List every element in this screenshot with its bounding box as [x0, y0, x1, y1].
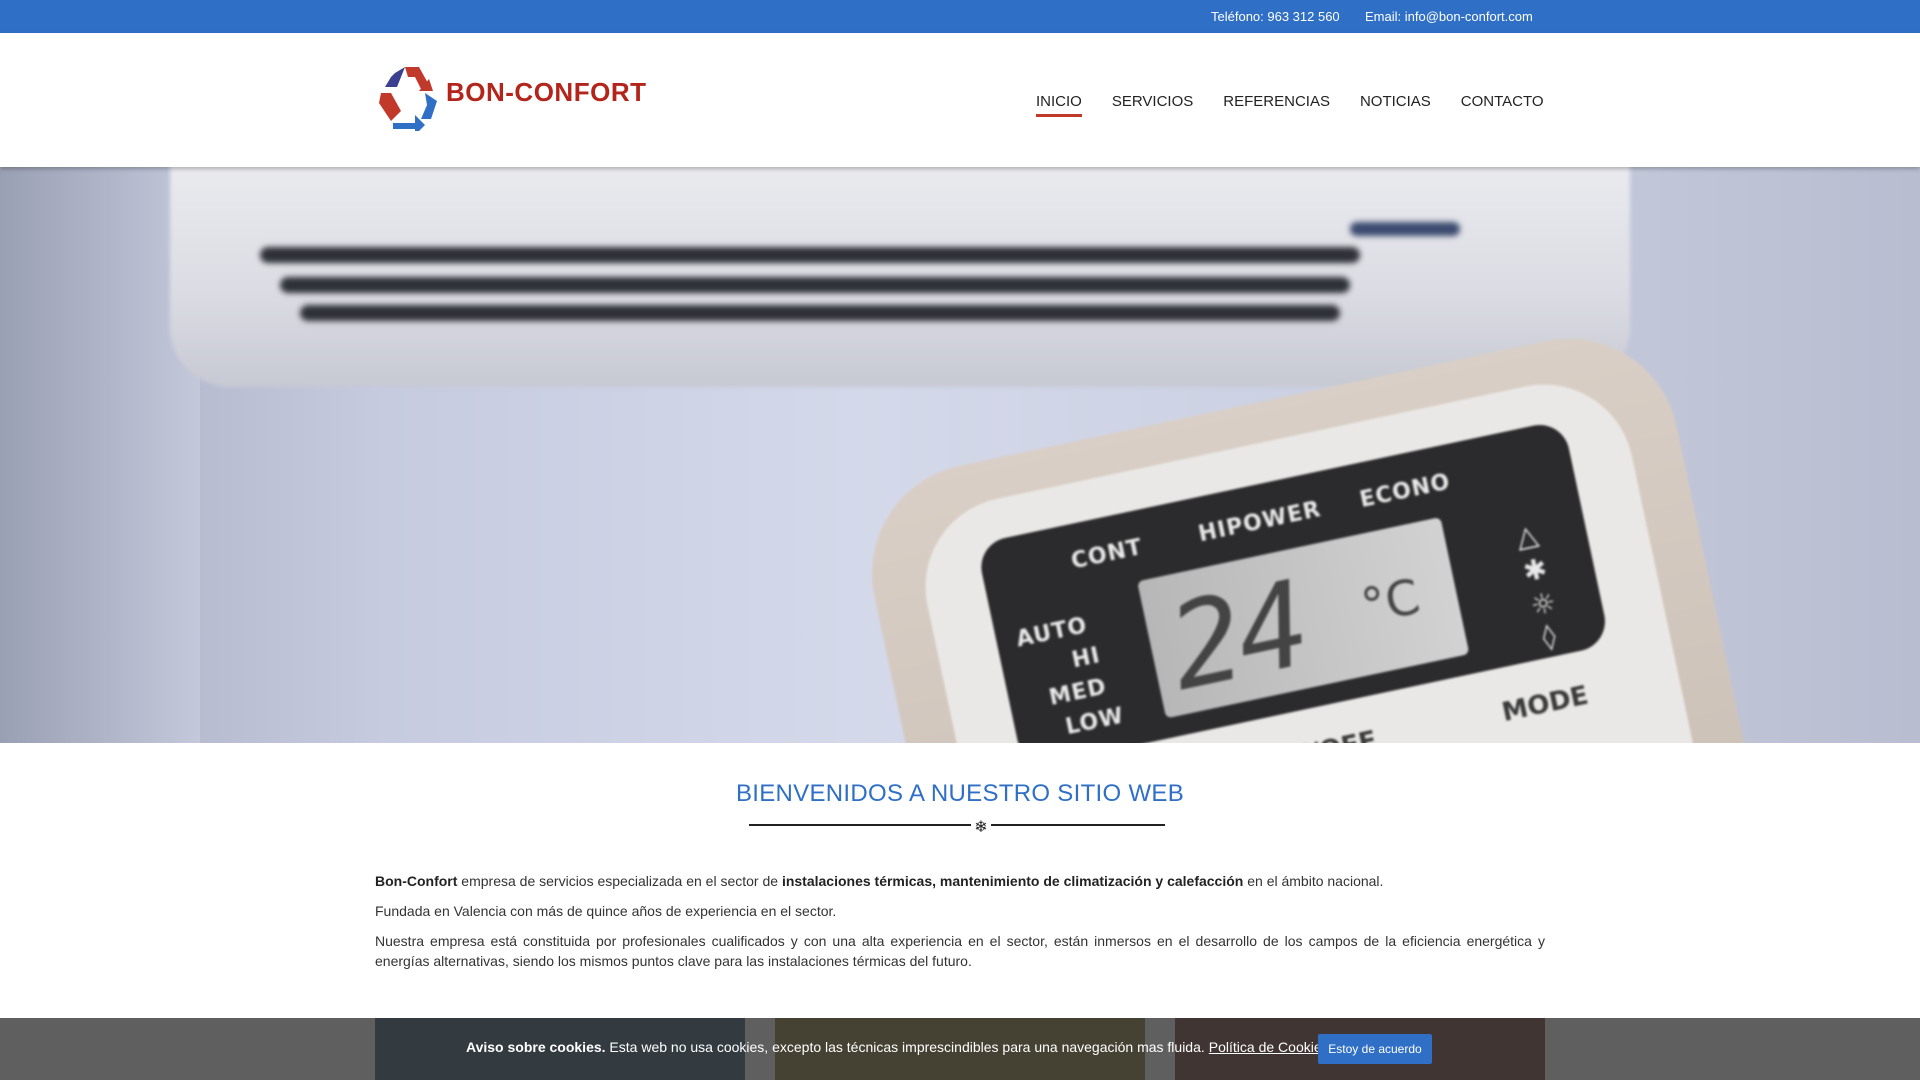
nav-contacto[interactable]: CONTACTO [1461, 93, 1544, 117]
intro-paragraph: Bon-Confort empresa de servicios especia… [375, 871, 1545, 891]
main-nav: INICIO SERVICIOS REFERENCIAS NOTICIAS CO… [1036, 93, 1574, 117]
cookie-text: Esta web no usa cookies, excepto las téc… [605, 1039, 1205, 1055]
snowflake-icon: ❄ [974, 819, 988, 836]
lcd-label-med: MED [1046, 674, 1110, 711]
lcd-screen: 24 °C [1137, 517, 1470, 719]
remote-mode-label: MODE [1499, 680, 1592, 729]
phone-number: Teléfono: 963 312 560 [1211, 9, 1340, 24]
triangle-icon: △ [1512, 517, 1542, 555]
cookie-notice: Aviso sobre cookies. Esta web no usa coo… [466, 1039, 1329, 1055]
accept-cookies-button[interactable]: Estoy de acuerdo [1318, 1034, 1432, 1064]
lcd-label-hipower: HIPOWER [1196, 496, 1324, 548]
brand-name: BON-CONFORT [446, 77, 647, 107]
email-address[interactable]: Email: info@bon-confort.com [1365, 9, 1533, 24]
lcd-label-hi: HI [1069, 643, 1103, 674]
title-divider: ❄ [749, 819, 1165, 836]
cookie-policy-link[interactable]: Política de Cookies [1209, 1039, 1329, 1055]
cookie-banner: Aviso sobre cookies. Esta web no usa coo… [0, 1018, 1920, 1080]
nav-referencias[interactable]: REFERENCIAS [1223, 93, 1330, 117]
team-paragraph: Nuestra empresa está constituida por pro… [375, 933, 1545, 969]
intro-scope: en el ámbito nacional. [1243, 873, 1384, 889]
lcd-label-low: LOW [1063, 703, 1127, 741]
nav-servicios[interactable]: SERVICIOS [1112, 93, 1193, 117]
lcd-label-cont: CONT [1069, 534, 1145, 575]
divider-line-left [749, 824, 971, 826]
ac-vent [300, 305, 1340, 321]
divider-line-right [991, 824, 1165, 826]
welcome-title: BIENVENIDOS A NUESTRO SITIO WEB [735, 780, 1185, 807]
nav-noticias[interactable]: NOTICIAS [1360, 93, 1431, 117]
intro-text: empresa de servicios especializada en el… [457, 873, 782, 889]
recycle-logo-icon [379, 67, 437, 131]
remote-face: CONT HIPOWER ECONO AUTO HI MED LOW 24 °C… [908, 367, 1722, 743]
top-contact-bar: Teléfono: 963 312 560 Email: info@bon-co… [0, 0, 1920, 33]
ac-display [1350, 222, 1460, 236]
nav-inicio[interactable]: INICIO [1036, 93, 1082, 117]
lcd-label-econo: ECONO [1357, 469, 1453, 514]
air-conditioner-image [170, 167, 1630, 387]
snowflake-icon: ✱ [1520, 551, 1552, 589]
sun-icon: ☼ [1527, 585, 1560, 623]
ac-vent [260, 247, 1360, 263]
drop-icon: ◊ [1539, 620, 1560, 654]
cookie-title: Aviso sobre cookies. [466, 1039, 606, 1055]
hero-banner: CONT HIPOWER ECONO AUTO HI MED LOW 24 °C… [0, 167, 1920, 743]
site-header: BON-CONFORT INICIO SERVICIOS REFERENCIAS… [0, 33, 1920, 167]
intro-brand: Bon-Confort [375, 873, 458, 889]
remote-onoff-label: ON/OFF [1265, 726, 1380, 743]
temperature-unit: °C [1356, 568, 1425, 636]
intro-services: instalaciones térmicas, mantenimiento de… [781, 873, 1244, 889]
founded-paragraph: Fundada en Valencia con más de quince añ… [375, 903, 837, 919]
ac-vent [280, 277, 1350, 293]
temperature-value: 24 [1157, 554, 1318, 718]
